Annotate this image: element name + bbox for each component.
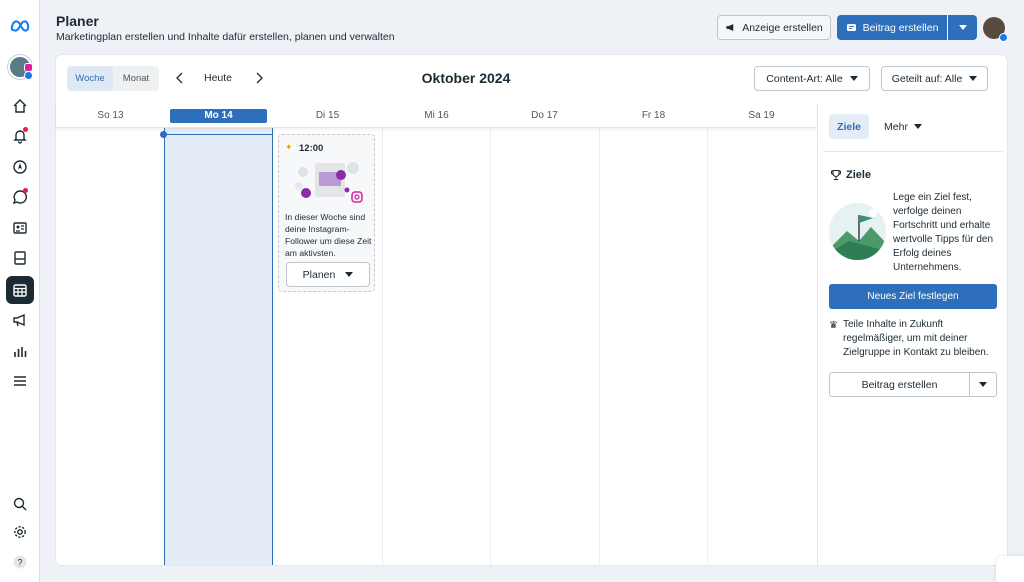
day-header[interactable]: Sa 19 (707, 103, 816, 128)
megaphone-icon (726, 24, 734, 31)
svg-text:?: ? (17, 558, 22, 568)
account-avatar[interactable] (8, 55, 33, 80)
today-button[interactable]: Heute (204, 72, 232, 84)
content-type-filter[interactable]: Content-Art: Alle (754, 66, 870, 91)
view-switcher: Woche Monat (67, 66, 159, 91)
chevron-down-icon (958, 25, 967, 30)
bar-chart-icon[interactable] (6, 337, 34, 365)
view-week-button[interactable]: Woche (67, 66, 113, 91)
chevron-down-icon (345, 272, 354, 277)
content-type-filter-label: Content-Art: Alle (766, 72, 843, 85)
day-header[interactable]: So 13 (56, 103, 165, 128)
facebook-badge-icon (24, 71, 33, 80)
divider (823, 151, 1003, 152)
goals-heading: Ziele (830, 169, 871, 181)
column-divider (599, 128, 600, 565)
create-post-dropdown[interactable] (948, 15, 977, 40)
day-header[interactable]: Di 15 (273, 103, 382, 128)
schedule-button[interactable]: Planen (286, 262, 370, 287)
engagement-illustration-icon (295, 162, 363, 203)
home-icon[interactable] (6, 92, 34, 120)
day-header[interactable]: Fr 18 (599, 103, 708, 128)
planner-card: Woche Monat Heute Oktober 2024 Content-A… (56, 55, 1007, 565)
current-time-marker (160, 131, 167, 138)
suggestion-time: 12:00 (299, 143, 324, 154)
create-post-label: Beitrag erstellen (862, 21, 939, 34)
megaphone-icon[interactable] (6, 306, 34, 334)
share-tip-text: Teile Inhalte in Zukunft regelmäßiger, u… (843, 319, 989, 358)
schedule-button-label: Planen (302, 268, 336, 281)
side-create-post-dropdown[interactable] (969, 372, 997, 397)
column-divider (707, 128, 708, 565)
notification-dot (23, 127, 28, 132)
goals-description: Lege ein Ziel fest, verfolge deinen Fort… (893, 192, 994, 273)
user-avatar[interactable] (983, 17, 1008, 42)
side-panel: Ziele Mehr Ziele Lege ein Ziel fest, ver… (817, 103, 1007, 565)
menu-icon[interactable] (6, 367, 34, 395)
id-card-icon[interactable] (6, 214, 34, 242)
current-day-column[interactable] (164, 128, 273, 565)
pages-icon[interactable] (6, 244, 34, 272)
sparkle-icon: ✦ (285, 142, 293, 152)
search-icon[interactable] (6, 490, 34, 518)
column-divider (490, 128, 491, 565)
gear-icon[interactable] (6, 518, 34, 546)
week-calendar: So 13 Mo 14 Di 15 Mi 16 Do 17 Fr 18 Sa 1… (56, 103, 816, 565)
notification-dot (23, 188, 28, 193)
facebook-badge-icon (999, 33, 1008, 42)
chevron-left-icon[interactable] (173, 71, 187, 85)
calendar-icon[interactable] (6, 276, 34, 304)
compass-icon[interactable] (6, 153, 34, 181)
shared-on-filter-label: Geteilt auf: Alle (891, 72, 963, 85)
day-header[interactable]: Do 17 (490, 103, 599, 128)
day-header-current[interactable]: Mo 14 (164, 103, 273, 128)
shared-on-filter[interactable]: Geteilt auf: Alle (881, 66, 988, 91)
set-goal-button[interactable]: Neues Ziel festlegen (829, 284, 997, 309)
tab-goals[interactable]: Ziele (829, 114, 869, 139)
create-post-button[interactable]: Beitrag erstellen (837, 15, 947, 40)
left-rail: ? (0, 0, 40, 582)
view-month-button[interactable]: Monat (113, 66, 159, 91)
post-icon (846, 24, 856, 31)
floating-widget[interactable] (996, 556, 1024, 582)
day-header[interactable]: Mi 16 (382, 103, 491, 128)
chat-icon[interactable] (6, 183, 34, 211)
best-time-suggestion[interactable]: ✦ 12:00 In dieser Woche sind deine Insta… (278, 134, 375, 292)
chevron-down-icon (979, 382, 987, 387)
suggestion-text: In dieser Woche sind deine Instagram-Fol… (285, 212, 372, 258)
share-tip: ♛ Teile Inhalte in Zukunft regelmäßiger,… (829, 318, 1004, 360)
help-icon[interactable]: ? (6, 548, 34, 576)
goal-illustration (829, 203, 886, 260)
side-create-post-button[interactable]: Beitrag erstellen (829, 372, 970, 397)
column-divider (382, 128, 383, 565)
tab-more[interactable]: Mehr (878, 114, 928, 139)
trophy-icon (830, 169, 842, 181)
current-time-line (164, 134, 273, 135)
crown-icon: ♛ (829, 320, 838, 331)
bell-icon[interactable] (6, 122, 34, 150)
page-title: Planer (56, 13, 99, 29)
meta-logo-icon[interactable] (6, 12, 34, 40)
mountain-flag-icon (829, 209, 886, 260)
tab-more-label: Mehr (884, 120, 908, 133)
page-subtitle: Marketingplan erstellen und Inhalte dafü… (56, 31, 395, 43)
calendar-header: So 13 Mo 14 Di 15 Mi 16 Do 17 Fr 18 Sa 1… (56, 103, 816, 128)
month-title: Oktober 2024 (421, 70, 511, 86)
create-ad-label: Anzeige erstellen (742, 21, 823, 34)
chevron-down-icon (913, 124, 922, 129)
chevron-right-icon[interactable] (252, 71, 266, 85)
create-ad-button[interactable]: Anzeige erstellen (717, 15, 831, 40)
chevron-down-icon (969, 76, 978, 81)
goals-heading-label: Ziele (846, 169, 872, 181)
chevron-down-icon (849, 76, 858, 81)
